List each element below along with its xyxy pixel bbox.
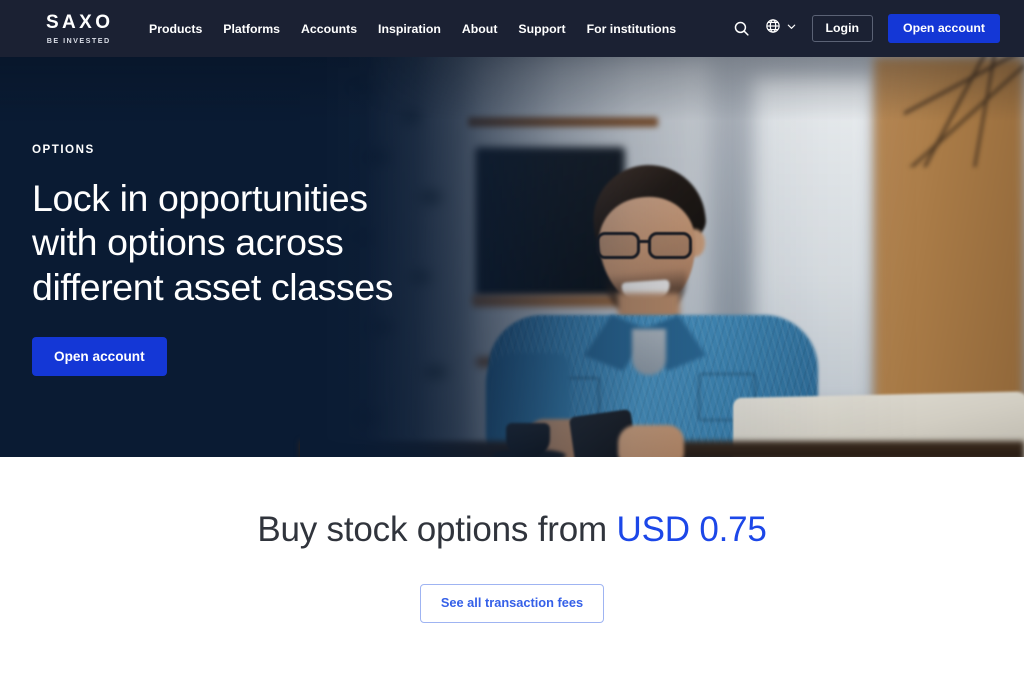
page-root: SAXO BE INVESTED Products Platforms Acco… [0, 0, 1024, 683]
nav-item-products[interactable]: Products [149, 22, 202, 36]
hero-title-line-3: different asset classes [32, 265, 394, 308]
nav-item-about[interactable]: About [462, 22, 498, 36]
open-account-header-button[interactable]: Open account [888, 14, 1000, 43]
nav-item-support[interactable]: Support [518, 22, 565, 36]
photo-person-hand-right [618, 425, 684, 457]
saxo-logo[interactable]: SAXO BE INVESTED [28, 13, 128, 44]
hero-eyebrow: OPTIONS [32, 143, 95, 156]
glasses-right-lens [648, 232, 692, 259]
nav-item-platforms[interactable]: Platforms [223, 22, 280, 36]
photo-shelf-top [468, 117, 658, 127]
login-button[interactable]: Login [811, 15, 873, 42]
nav-item-inspiration[interactable]: Inspiration [378, 22, 441, 36]
nav-item-accounts[interactable]: Accounts [301, 22, 357, 36]
photo-branches [904, 57, 1024, 167]
photo-person-glasses [594, 232, 706, 262]
fees-price: USD 0.75 [616, 510, 767, 549]
fees-headline-prefix: Buy stock options from [257, 510, 607, 549]
open-account-hero-button[interactable]: Open account [32, 336, 167, 377]
fees-section: Buy stock options from USD 0.75 See all … [0, 457, 1024, 683]
chevron-down-icon [786, 19, 797, 37]
photo-undershirt [632, 329, 666, 375]
see-all-transaction-fees-button[interactable]: See all transaction fees [419, 584, 605, 623]
header-actions: Login Open account [733, 14, 1000, 43]
photo-coffee-cup [506, 423, 550, 457]
hero-section: OPTIONS Lock in opportunities with optio… [0, 57, 1024, 457]
hero-title-line-2: with options across [32, 221, 344, 264]
nav-item-for-institutions[interactable]: For institutions [587, 22, 676, 36]
logo-tagline: BE INVESTED [46, 35, 111, 45]
fees-headline: Buy stock options from USD 0.75 [257, 509, 767, 551]
hero-title-line-1: Lock in opportunities [32, 177, 368, 219]
logo-wordmark: SAXO [45, 11, 114, 33]
main-navigation: Products Platforms Accounts Inspiration … [149, 22, 676, 36]
hero-content: OPTIONS Lock in opportunities with optio… [32, 143, 502, 377]
site-header: SAXO BE INVESTED Products Platforms Acco… [0, 0, 1024, 57]
globe-icon [765, 18, 781, 39]
glasses-left-lens [596, 232, 640, 259]
hero-title: Lock in opportunities with options acros… [32, 176, 502, 309]
search-icon[interactable] [733, 20, 750, 37]
language-selector[interactable] [765, 18, 797, 39]
